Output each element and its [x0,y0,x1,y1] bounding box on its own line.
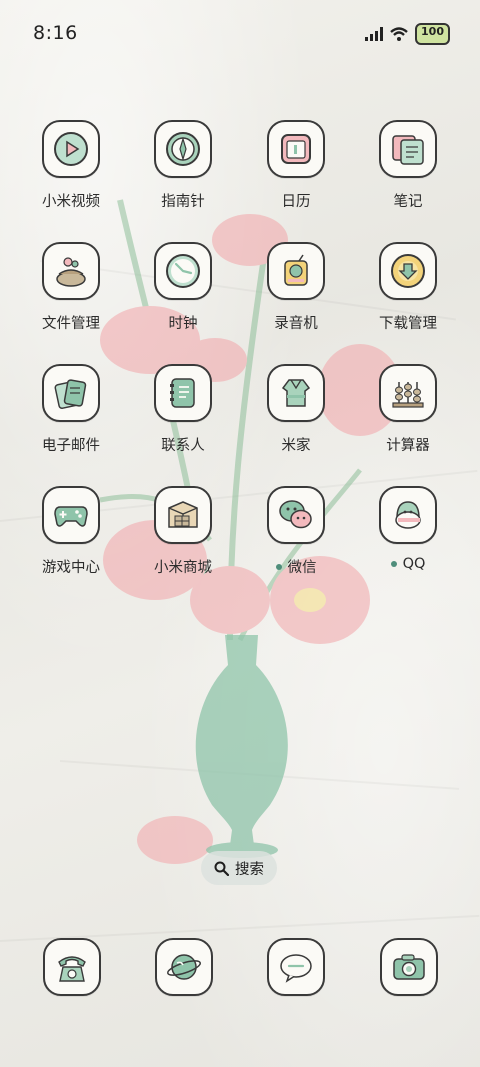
qq-icon [395,501,421,529]
app-file-manager[interactable]: 文件管理 [15,242,127,333]
app-label: 文件管理 [42,316,100,332]
app-calculator[interactable]: 计算器 [352,364,464,455]
app-label: 游戏中心 [42,560,100,576]
app-label: 笔记 [393,194,423,210]
app-clock[interactable]: 时钟 [127,242,239,333]
app-xiaomi-video[interactable]: 小米视频 [15,120,127,211]
phone-icon [58,956,86,982]
app-label: 小米视频 [42,194,100,210]
search-button[interactable]: 搜索 [201,851,277,885]
app-wechat[interactable]: 微信 [240,486,352,577]
mijia-icon [281,379,311,407]
browser-icon [167,954,201,980]
app-mijia[interactable]: 米家 [240,364,352,455]
app-qq[interactable]: QQ [352,486,464,572]
dock-messages[interactable] [267,938,325,996]
app-label: 米家 [281,438,311,454]
dock-camera[interactable] [380,938,438,996]
app-label: 电子邮件 [42,438,100,454]
dock-phone[interactable] [43,938,101,996]
status-time: 8:16 [33,22,78,44]
app-label: 指南针 [161,194,205,210]
app-compass[interactable]: 指南针 [127,120,239,211]
download-icon [391,254,425,288]
app-recorder[interactable]: 录音机 [240,242,352,333]
app-email[interactable]: 电子邮件 [15,364,127,455]
app-label: 日历 [281,194,311,210]
search-label: 搜索 [235,861,264,878]
clock-icon [166,254,200,288]
dock-browser[interactable] [155,938,213,996]
wechat-icon [279,500,312,529]
app-game-center[interactable]: 游戏中心 [15,486,127,577]
email-icon [54,379,87,410]
contacts-icon [170,378,195,408]
app-label: 计算器 [386,438,430,454]
notification-dot [390,561,397,567]
app-label: 录音机 [274,316,318,332]
app-download-manager[interactable]: 下载管理 [352,242,464,333]
app-label: 微信 [240,556,352,577]
notes-icon [392,135,424,165]
video-icon [54,132,88,166]
app-contacts[interactable]: 联系人 [127,364,239,455]
calculator-icon [392,382,424,408]
compass-icon [166,132,200,166]
recorder-icon [284,254,308,286]
app-label: QQ [352,556,464,572]
app-calendar[interactable]: 日历 [240,120,352,211]
battery-icon: 100 [415,23,450,45]
status-bar: 8:16 100 [0,0,480,68]
signal-icon [365,27,384,41]
messages-icon [280,954,312,983]
camera-icon [393,954,425,980]
wifi-icon [390,27,408,41]
store-icon [168,501,198,528]
gamepad-icon [54,506,88,527]
calendar-icon [281,134,311,164]
app-label: 小米商城 [154,560,212,576]
app-xiaomi-store[interactable]: 小米商城 [127,486,239,577]
app-notes[interactable]: 笔记 [352,120,464,211]
search-icon [214,861,229,876]
app-label: 时钟 [168,316,198,332]
app-label: 下载管理 [379,316,437,332]
notification-dot [275,563,282,570]
app-label: 联系人 [161,438,205,454]
file-manager-icon [56,257,86,287]
status-icons: 100 [365,23,450,45]
